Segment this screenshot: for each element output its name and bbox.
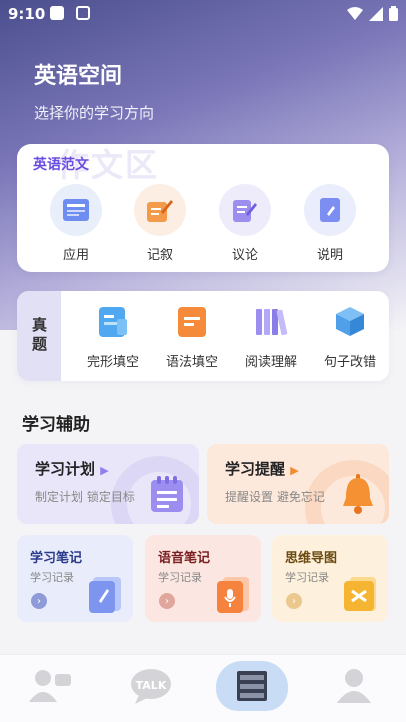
exam-item-label: 语法填空 xyxy=(165,355,218,370)
study-notes-desc: 学习记录 xyxy=(30,571,74,584)
notebook-icon xyxy=(89,577,121,613)
exam-item-cloze[interactable]: 完形填空 xyxy=(73,305,153,370)
signal-icon xyxy=(369,6,383,21)
chevron-right-icon: › xyxy=(159,593,175,609)
exposition-doc-icon xyxy=(304,184,356,236)
sentence-cube-icon xyxy=(336,307,364,336)
mind-map-desc: 学习记录 xyxy=(285,571,329,584)
exam-item-label: 句子改错 xyxy=(323,355,376,370)
grammar-fill-icon xyxy=(178,307,206,337)
tab-profile[interactable] xyxy=(318,661,390,711)
exam-item-grammar[interactable]: 语法填空 xyxy=(152,305,232,370)
tab-library[interactable] xyxy=(216,661,288,711)
mind-map-card[interactable]: 思维导图 学习记录 › xyxy=(272,535,388,622)
battery-icon xyxy=(389,6,398,21)
study-notes-card[interactable]: 学习笔记 学习记录 › xyxy=(17,535,133,622)
voice-notes-card[interactable]: 语音笔记 学习记录 › xyxy=(145,535,261,622)
page-title: 英语空间 xyxy=(34,64,123,89)
talk-bubble-icon: TALK xyxy=(131,669,171,704)
study-reminder-title: 学习提醒 ▶ xyxy=(225,458,299,479)
mind-map-icon xyxy=(344,577,376,611)
exam-tag-label: 真题 xyxy=(30,317,48,355)
tab-talk[interactable]: TALK xyxy=(115,661,187,711)
exam-item-label: 阅读理解 xyxy=(244,355,297,370)
tab-friends[interactable] xyxy=(15,661,87,711)
voice-notes-title: 语音笔记 xyxy=(158,551,211,566)
study-plan-title: 学习计划 ▶ xyxy=(35,458,109,479)
essay-item-narrative[interactable]: 记叙 xyxy=(125,184,195,263)
voice-notes-desc: 学习记录 xyxy=(158,571,202,584)
essay-item-argument[interactable]: 议论 xyxy=(210,184,280,263)
essay-item-label: 应用 xyxy=(62,248,89,263)
essay-card: 作文区 英语范文 应用 记叙 议论 说明 xyxy=(17,144,389,272)
person-icon xyxy=(337,669,371,703)
argument-doc-icon xyxy=(219,184,271,236)
status-bar: 9:10 xyxy=(0,0,406,30)
people-icon xyxy=(29,670,71,702)
chevron-right-icon: › xyxy=(31,593,47,609)
app-notification-icon xyxy=(76,6,90,20)
study-reminder-title-text: 学习提醒 xyxy=(225,460,286,478)
study-plan-desc: 制定计划 锁定目标 xyxy=(35,490,135,504)
assist-section-title: 学习辅助 xyxy=(22,415,90,435)
study-notes-title: 学习笔记 xyxy=(30,551,83,566)
study-plan-title-text: 学习计划 xyxy=(35,460,96,478)
essay-item-label: 说明 xyxy=(316,248,343,263)
page-subtitle: 选择你的学习方向 xyxy=(34,104,155,122)
bottom-tab-bar: TALK xyxy=(0,654,406,722)
exam-item-label: 完形填空 xyxy=(86,355,139,370)
notification-icon xyxy=(50,6,64,20)
microphone-doc-icon xyxy=(217,577,249,613)
exam-tag: 真题 xyxy=(17,291,61,381)
calendar-icon xyxy=(151,476,183,512)
talk-label: TALK xyxy=(136,679,167,692)
chevron-right-icon: › xyxy=(286,593,302,609)
narrative-edit-icon xyxy=(134,184,186,236)
essay-card-title: 英语范文 xyxy=(33,157,89,173)
exam-card: 真题 完形填空 语法填空 阅读理解 句子改错 xyxy=(17,291,389,381)
exam-item-reading[interactable]: 阅读理解 xyxy=(231,305,311,370)
essay-item-label: 议论 xyxy=(231,248,258,263)
reading-books-icon xyxy=(256,309,288,336)
chevron-right-icon: ▶ xyxy=(290,464,299,477)
chevron-right-icon: ▶ xyxy=(100,464,109,477)
essay-item-label: 记叙 xyxy=(146,248,173,263)
exam-item-sentence[interactable]: 句子改错 xyxy=(310,305,389,370)
essay-item-exposition[interactable]: 说明 xyxy=(295,184,365,263)
essay-item-application[interactable]: 应用 xyxy=(41,184,111,263)
application-doc-icon xyxy=(50,184,102,236)
cloze-icon xyxy=(99,307,127,337)
status-time: 9:10 xyxy=(8,5,46,23)
bookshelf-icon xyxy=(237,671,267,701)
study-reminder-desc: 提醒设置 避免忘记 xyxy=(225,490,325,504)
mind-map-title: 思维导图 xyxy=(285,551,338,566)
wifi-icon xyxy=(347,6,363,20)
bell-icon xyxy=(343,474,373,514)
study-plan-card[interactable]: 学习计划 ▶ 制定计划 锁定目标 xyxy=(17,444,199,524)
study-reminder-card[interactable]: 学习提醒 ▶ 提醒设置 避免忘记 xyxy=(207,444,389,524)
